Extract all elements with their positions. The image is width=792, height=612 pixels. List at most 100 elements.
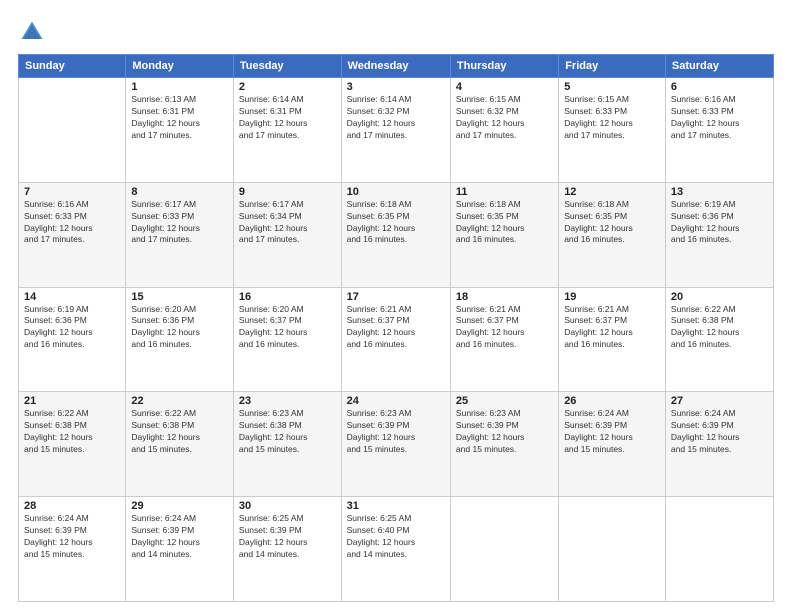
day-number: 10: [347, 186, 445, 198]
week-row-5: 28Sunrise: 6:24 AMSunset: 6:39 PMDayligh…: [19, 497, 774, 602]
day-info: Sunrise: 6:24 AMSunset: 6:39 PMDaylight:…: [564, 408, 660, 456]
day-cell: 12Sunrise: 6:18 AMSunset: 6:35 PMDayligh…: [559, 182, 666, 287]
day-info: Sunrise: 6:23 AMSunset: 6:39 PMDaylight:…: [347, 408, 445, 456]
day-number: 28: [24, 500, 120, 512]
day-cell: [19, 78, 126, 183]
day-number: 19: [564, 291, 660, 303]
day-cell: 21Sunrise: 6:22 AMSunset: 6:38 PMDayligh…: [19, 392, 126, 497]
day-number: 4: [456, 81, 553, 93]
column-header-tuesday: Tuesday: [233, 55, 341, 78]
day-number: 18: [456, 291, 553, 303]
day-number: 22: [131, 395, 228, 407]
day-number: 30: [239, 500, 336, 512]
day-info: Sunrise: 6:17 AMSunset: 6:34 PMDaylight:…: [239, 199, 336, 247]
day-cell: 2Sunrise: 6:14 AMSunset: 6:31 PMDaylight…: [233, 78, 341, 183]
column-header-wednesday: Wednesday: [341, 55, 450, 78]
day-cell: 28Sunrise: 6:24 AMSunset: 6:39 PMDayligh…: [19, 497, 126, 602]
day-cell: 6Sunrise: 6:16 AMSunset: 6:33 PMDaylight…: [665, 78, 773, 183]
column-header-thursday: Thursday: [450, 55, 558, 78]
day-info: Sunrise: 6:19 AMSunset: 6:36 PMDaylight:…: [671, 199, 768, 247]
day-info: Sunrise: 6:25 AMSunset: 6:39 PMDaylight:…: [239, 513, 336, 561]
day-cell: [450, 497, 558, 602]
day-cell: 24Sunrise: 6:23 AMSunset: 6:39 PMDayligh…: [341, 392, 450, 497]
page: SundayMondayTuesdayWednesdayThursdayFrid…: [0, 0, 792, 612]
day-number: 16: [239, 291, 336, 303]
day-cell: 19Sunrise: 6:21 AMSunset: 6:37 PMDayligh…: [559, 287, 666, 392]
day-info: Sunrise: 6:25 AMSunset: 6:40 PMDaylight:…: [347, 513, 445, 561]
day-cell: 3Sunrise: 6:14 AMSunset: 6:32 PMDaylight…: [341, 78, 450, 183]
day-cell: 30Sunrise: 6:25 AMSunset: 6:39 PMDayligh…: [233, 497, 341, 602]
day-number: 12: [564, 186, 660, 198]
day-number: 9: [239, 186, 336, 198]
day-info: Sunrise: 6:16 AMSunset: 6:33 PMDaylight:…: [24, 199, 120, 247]
day-cell: 22Sunrise: 6:22 AMSunset: 6:38 PMDayligh…: [126, 392, 234, 497]
day-info: Sunrise: 6:21 AMSunset: 6:37 PMDaylight:…: [347, 304, 445, 352]
column-header-friday: Friday: [559, 55, 666, 78]
day-number: 21: [24, 395, 120, 407]
week-row-2: 7Sunrise: 6:16 AMSunset: 6:33 PMDaylight…: [19, 182, 774, 287]
day-number: 31: [347, 500, 445, 512]
day-cell: 5Sunrise: 6:15 AMSunset: 6:33 PMDaylight…: [559, 78, 666, 183]
logo: [18, 18, 50, 46]
day-info: Sunrise: 6:15 AMSunset: 6:32 PMDaylight:…: [456, 94, 553, 142]
day-number: 20: [671, 291, 768, 303]
day-number: 5: [564, 81, 660, 93]
day-cell: 17Sunrise: 6:21 AMSunset: 6:37 PMDayligh…: [341, 287, 450, 392]
day-number: 24: [347, 395, 445, 407]
day-number: 17: [347, 291, 445, 303]
week-row-1: 1Sunrise: 6:13 AMSunset: 6:31 PMDaylight…: [19, 78, 774, 183]
day-cell: 25Sunrise: 6:23 AMSunset: 6:39 PMDayligh…: [450, 392, 558, 497]
day-info: Sunrise: 6:14 AMSunset: 6:31 PMDaylight:…: [239, 94, 336, 142]
day-info: Sunrise: 6:13 AMSunset: 6:31 PMDaylight:…: [131, 94, 228, 142]
day-cell: 29Sunrise: 6:24 AMSunset: 6:39 PMDayligh…: [126, 497, 234, 602]
day-info: Sunrise: 6:19 AMSunset: 6:36 PMDaylight:…: [24, 304, 120, 352]
column-header-saturday: Saturday: [665, 55, 773, 78]
column-header-monday: Monday: [126, 55, 234, 78]
day-cell: 10Sunrise: 6:18 AMSunset: 6:35 PMDayligh…: [341, 182, 450, 287]
day-cell: 7Sunrise: 6:16 AMSunset: 6:33 PMDaylight…: [19, 182, 126, 287]
day-info: Sunrise: 6:24 AMSunset: 6:39 PMDaylight:…: [131, 513, 228, 561]
day-cell: 8Sunrise: 6:17 AMSunset: 6:33 PMDaylight…: [126, 182, 234, 287]
day-number: 15: [131, 291, 228, 303]
day-cell: 13Sunrise: 6:19 AMSunset: 6:36 PMDayligh…: [665, 182, 773, 287]
day-info: Sunrise: 6:16 AMSunset: 6:33 PMDaylight:…: [671, 94, 768, 142]
day-info: Sunrise: 6:22 AMSunset: 6:38 PMDaylight:…: [24, 408, 120, 456]
day-info: Sunrise: 6:15 AMSunset: 6:33 PMDaylight:…: [564, 94, 660, 142]
day-cell: 1Sunrise: 6:13 AMSunset: 6:31 PMDaylight…: [126, 78, 234, 183]
day-number: 26: [564, 395, 660, 407]
day-cell: 31Sunrise: 6:25 AMSunset: 6:40 PMDayligh…: [341, 497, 450, 602]
day-info: Sunrise: 6:18 AMSunset: 6:35 PMDaylight:…: [564, 199, 660, 247]
week-row-3: 14Sunrise: 6:19 AMSunset: 6:36 PMDayligh…: [19, 287, 774, 392]
day-cell: [559, 497, 666, 602]
day-cell: 16Sunrise: 6:20 AMSunset: 6:37 PMDayligh…: [233, 287, 341, 392]
week-row-4: 21Sunrise: 6:22 AMSunset: 6:38 PMDayligh…: [19, 392, 774, 497]
day-info: Sunrise: 6:23 AMSunset: 6:38 PMDaylight:…: [239, 408, 336, 456]
day-number: 6: [671, 81, 768, 93]
day-number: 25: [456, 395, 553, 407]
day-number: 2: [239, 81, 336, 93]
day-info: Sunrise: 6:18 AMSunset: 6:35 PMDaylight:…: [456, 199, 553, 247]
day-cell: 20Sunrise: 6:22 AMSunset: 6:38 PMDayligh…: [665, 287, 773, 392]
header: [18, 18, 774, 46]
day-number: 29: [131, 500, 228, 512]
day-info: Sunrise: 6:21 AMSunset: 6:37 PMDaylight:…: [564, 304, 660, 352]
day-info: Sunrise: 6:24 AMSunset: 6:39 PMDaylight:…: [671, 408, 768, 456]
calendar-table: SundayMondayTuesdayWednesdayThursdayFrid…: [18, 54, 774, 602]
day-info: Sunrise: 6:24 AMSunset: 6:39 PMDaylight:…: [24, 513, 120, 561]
day-info: Sunrise: 6:20 AMSunset: 6:36 PMDaylight:…: [131, 304, 228, 352]
day-number: 8: [131, 186, 228, 198]
day-number: 13: [671, 186, 768, 198]
day-info: Sunrise: 6:21 AMSunset: 6:37 PMDaylight:…: [456, 304, 553, 352]
day-number: 27: [671, 395, 768, 407]
column-header-sunday: Sunday: [19, 55, 126, 78]
day-cell: 27Sunrise: 6:24 AMSunset: 6:39 PMDayligh…: [665, 392, 773, 497]
day-number: 23: [239, 395, 336, 407]
day-cell: [665, 497, 773, 602]
day-cell: 11Sunrise: 6:18 AMSunset: 6:35 PMDayligh…: [450, 182, 558, 287]
day-info: Sunrise: 6:17 AMSunset: 6:33 PMDaylight:…: [131, 199, 228, 247]
day-cell: 9Sunrise: 6:17 AMSunset: 6:34 PMDaylight…: [233, 182, 341, 287]
day-info: Sunrise: 6:22 AMSunset: 6:38 PMDaylight:…: [131, 408, 228, 456]
logo-icon: [18, 18, 46, 46]
day-cell: 26Sunrise: 6:24 AMSunset: 6:39 PMDayligh…: [559, 392, 666, 497]
day-number: 11: [456, 186, 553, 198]
